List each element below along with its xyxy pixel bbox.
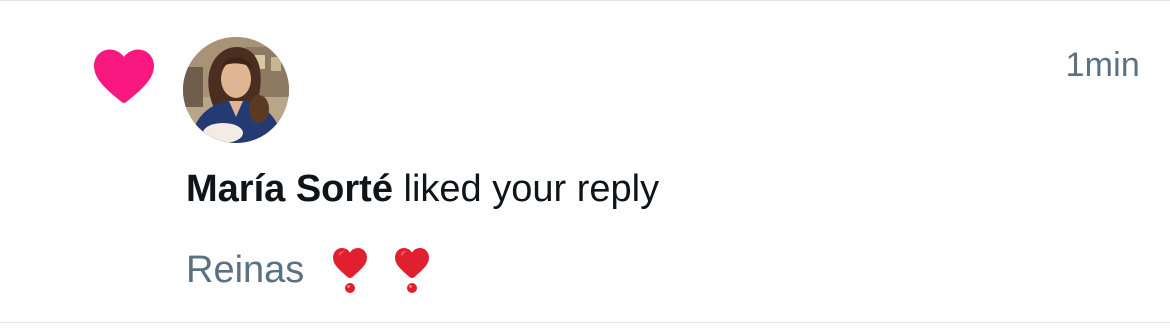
avatar[interactable] — [183, 37, 289, 143]
heart-icon — [94, 49, 154, 103]
timestamp: 1min — [1065, 46, 1140, 84]
reply-preview[interactable]: Reinas — [186, 244, 432, 296]
heavy-heart-exclamation-icon — [333, 248, 368, 293]
reply-text: Reinas — [186, 248, 305, 291]
action-text: liked your reply — [392, 168, 660, 210]
like-notification[interactable]: 1min María Sorté liked your reply Reinas — [0, 0, 1170, 322]
notification-message[interactable]: María Sorté liked your reply — [186, 168, 659, 211]
user-name[interactable]: María Sorté — [186, 168, 393, 210]
heavy-heart-exclamation-icon — [395, 248, 430, 293]
bottom-divider — [0, 322, 1170, 323]
